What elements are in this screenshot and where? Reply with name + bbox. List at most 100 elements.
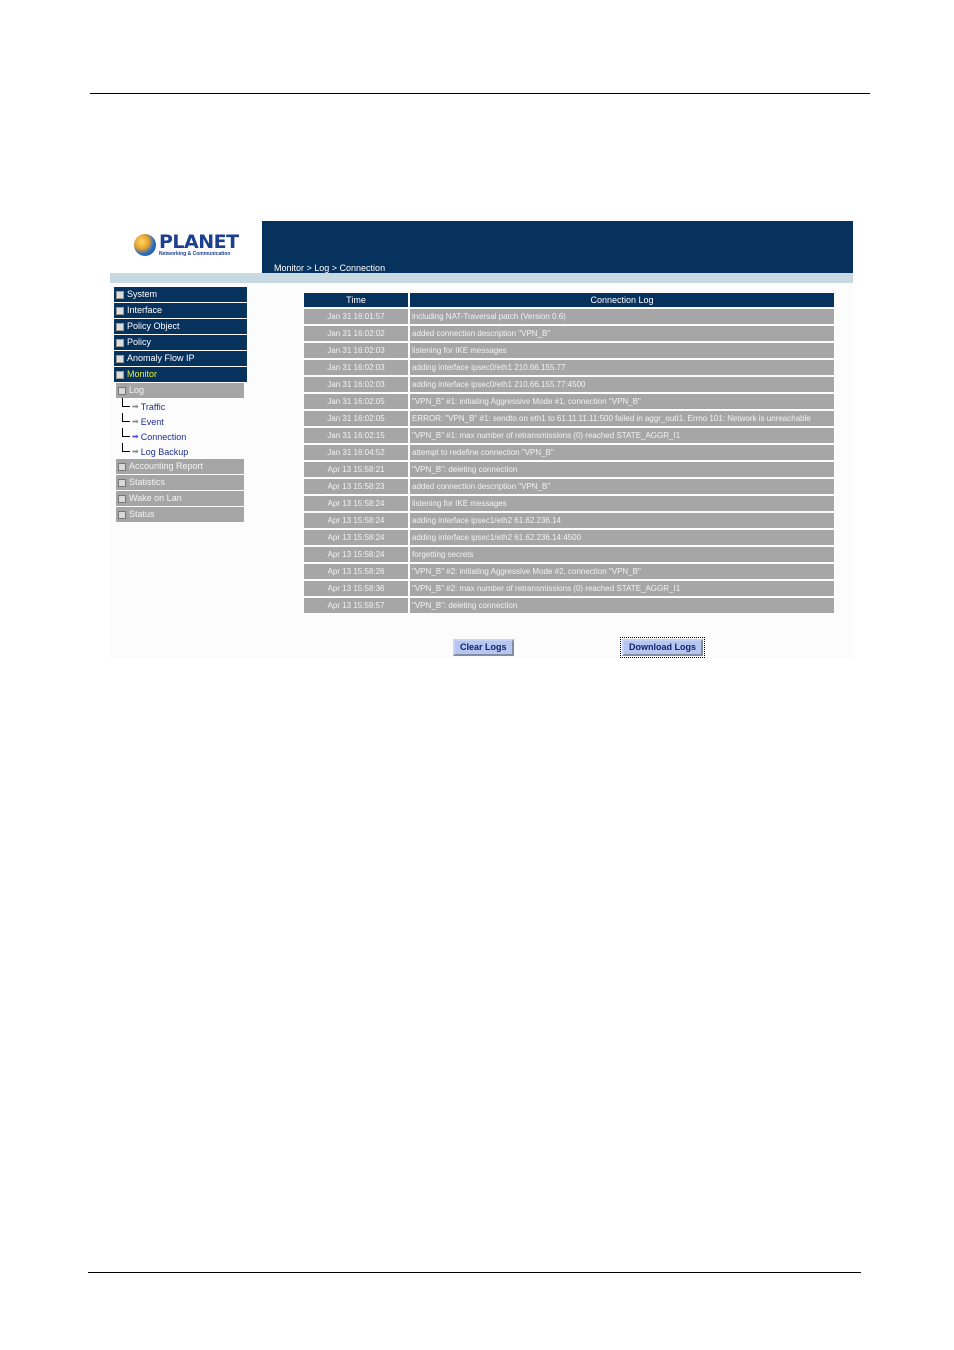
menu-item-system[interactable]: System [114,287,247,302]
tree-line [122,443,130,452]
cell-time: Apr 13 15:58:26 [304,564,408,579]
menu-item-policy[interactable]: Policy [114,335,247,350]
cell-log: adding interface ipsec0/eth1 210.66.155.… [410,360,834,375]
tree-line [122,428,130,437]
brand-name: PLANET [159,231,239,253]
expand-icon [118,462,126,471]
cell-time: Jan 31 16:01:57 [304,309,408,324]
submenu-label: Accounting Report [129,461,204,471]
menu-label: System [127,289,158,299]
brand-tagline: Networking & Communication [159,251,231,257]
table-row: Jan 31 16:02:05 ERROR: "VPN_B" #1: sendto… [304,411,834,426]
sidebar-menu: System Interface Policy Object Policy An… [114,287,247,523]
submenu-accounting-report[interactable]: Accounting Report [116,459,244,474]
cell-time: Apr 13 15:58:24 [304,547,408,562]
cell-time: Apr 13 15:58:21 [304,462,408,477]
cell-log: listening for IKE messages [410,343,834,358]
table-row: Jan 31 16:02:03 adding interface ipsec0/e… [304,377,834,392]
cell-time: Jan 31 16:02:03 [304,377,408,392]
submenu-wake-on-lan[interactable]: Wake on Lan [116,491,244,506]
cell-log: "VPN_B": deleting connection [410,462,834,477]
menu-label: Interface [127,305,163,315]
expand-icon [116,290,124,299]
leaf-connection[interactable]: ➡ Connection [116,428,247,444]
table-row: Apr 13 15:59:57 "VPN_B": deleting connect… [304,598,834,613]
cell-log: forgetting secrets [410,547,834,562]
cell-log: adding interface ipsec0/eth1 210.66.155.… [410,377,834,392]
submenu-label: Status [129,509,155,519]
table-row: Jan 31 16:02:02 added connection descript… [304,326,834,341]
router-web-ui: PLANET Networking & Communication Monito… [110,221,853,659]
table-body: Jan 31 16:01:57 including NAT-Traversal p… [304,309,834,613]
menu-item-policy-object[interactable]: Policy Object [114,319,247,334]
cell-log: added connection description "VPN_B" [410,326,834,341]
expand-icon [118,494,126,503]
expand-icon [116,338,124,347]
cell-log: adding interface ipsec1/eth2 61.62.236.1… [410,530,834,545]
cell-log: "VPN_B" #2: initiating Aggressive Mode #… [410,564,834,579]
menu-label: Monitor [127,369,158,379]
action-bar: Clear Logs Download Logs [110,637,853,659]
cell-time: Apr 13 15:58:24 [304,513,408,528]
table-row: Apr 13 15:58:26 "VPN_B" #2: initiating Ag… [304,564,834,579]
submenu-status[interactable]: Status [116,507,244,522]
leaf-label: Event [140,416,164,427]
menu-label: Policy Object [127,321,180,331]
table-row: Apr 13 15:58:24 forgetting secrets [304,547,834,562]
tree-line [122,398,130,407]
submenu-statistics[interactable]: Statistics [116,475,244,490]
download-logs-button[interactable]: Download Logs [620,637,705,658]
leaf-log-backup[interactable]: ➡ Log Backup [116,443,247,459]
cell-time: Jan 31 16:02:05 [304,394,408,409]
planet-logo: PLANET Networking & Communication [134,233,239,257]
menu-item-monitor[interactable]: Monitor [114,367,247,382]
cell-log: added connection description "VPN_B" [410,479,834,494]
expand-icon [116,322,124,331]
table-row: Jan 31 16:04:52 attempt to redefine conne… [304,445,834,460]
table-row: Apr 13 15:58:24 adding interface ipsec1/e… [304,530,834,545]
table-row: Apr 13 15:58:36 "VPN_B" #2: max number of… [304,581,834,596]
submenu-label: Log [129,385,145,395]
leaf-label: Traffic [140,401,166,412]
logo-area: PLANET Networking & Communication [110,221,262,273]
column-header-connection-log: Connection Log [410,293,834,307]
collapse-icon [118,386,126,395]
cell-time: Apr 13 15:59:57 [304,598,408,613]
table-header-row: Time Connection Log [304,293,834,307]
cell-log: "VPN_B": deleting connection [410,598,834,613]
leaf-label: Connection [140,431,187,442]
cell-time: Apr 13 15:58:23 [304,479,408,494]
arrow-icon: ➡ [132,432,139,441]
leaf-event[interactable]: ➡ Event [116,413,247,429]
table-row: Jan 31 16:02:15 "VPN_B" #1: max number of… [304,428,834,443]
cell-time: Jan 31 16:02:15 [304,428,408,443]
cell-time: Jan 31 16:02:02 [304,326,408,341]
cell-log: attempt to redefine connection "VPN_B" [410,445,834,460]
column-header-time: Time [304,293,408,307]
header-banner: Monitor > Log > Connection [262,221,853,273]
cell-log: adding interface ipsec1/eth2 61.62.236.1… [410,513,834,528]
menu-item-anomaly-flow-ip[interactable]: Anomaly Flow IP [114,351,247,366]
monitor-submenu: Log ➡ Traffic ➡ Event ➡ Connection ➡ Log Bac… [116,383,247,522]
cell-time: Jan 31 16:02:03 [304,343,408,358]
table-row: Jan 31 16:02:03 listening for IKE message… [304,343,834,358]
table-row: Jan 31 16:01:57 including NAT-Traversal p… [304,309,834,324]
cell-time: Apr 13 15:58:36 [304,581,408,596]
submenu-label: Statistics [129,477,166,487]
cell-time: Jan 31 16:04:52 [304,445,408,460]
collapse-icon [116,370,124,379]
cell-log: "VPN_B" #1: max number of retransmission… [410,428,834,443]
clear-logs-button[interactable]: Clear Logs [453,639,514,656]
leaf-traffic[interactable]: ➡ Traffic [116,398,247,414]
table-row: Apr 13 15:58:23 added connection descript… [304,479,834,494]
expand-icon [116,354,124,363]
menu-label: Policy [127,337,152,347]
submenu-log[interactable]: Log [116,383,244,398]
cell-log: listening for IKE messages [410,496,834,511]
arrow-icon: ➡ [132,417,139,426]
globe-icon [134,234,156,256]
expand-icon [116,306,124,315]
menu-item-interface[interactable]: Interface [114,303,247,318]
cell-time: Jan 31 16:02:03 [304,360,408,375]
page-footer-rule [88,1272,861,1273]
